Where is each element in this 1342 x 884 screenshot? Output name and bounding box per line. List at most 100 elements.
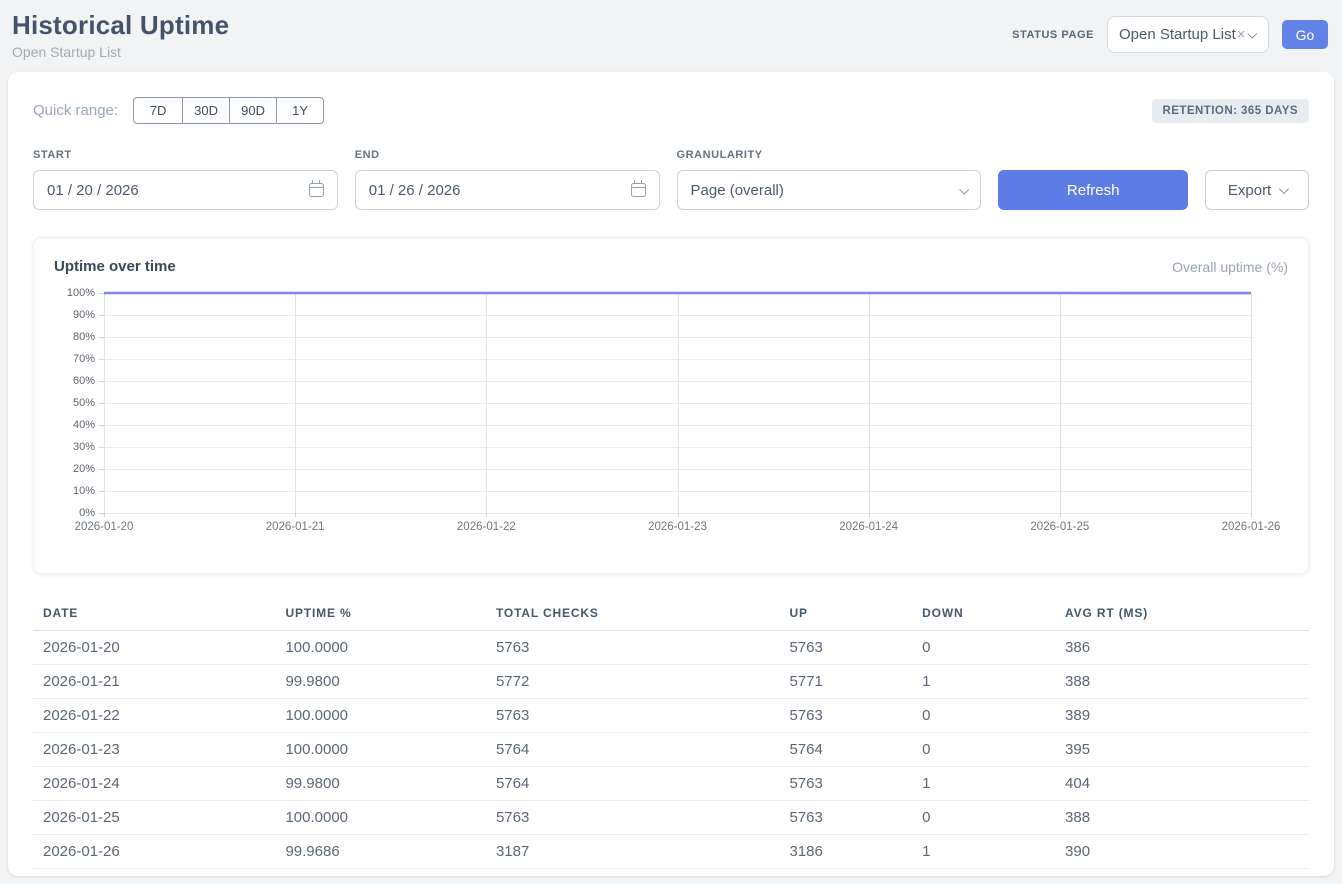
chart-area: 0%10%20%30%40%50%60%70%80%90%100%2026-01… xyxy=(54,287,1288,549)
x-axis-label: 2026-01-23 xyxy=(648,521,707,533)
end-date-input[interactable]: 01 / 26 / 2026 xyxy=(355,170,660,210)
chevron-down-icon xyxy=(1247,29,1257,39)
table-cell: 2026-01-23 xyxy=(33,733,275,767)
table-cell: 2026-01-21 xyxy=(33,665,275,699)
y-axis-label: 70% xyxy=(73,353,95,365)
granularity-field: GRANULARITY Page (overall) xyxy=(677,149,982,210)
x-axis-label: 2026-01-25 xyxy=(1030,521,1089,533)
calendar-icon[interactable] xyxy=(309,183,324,197)
table-cell: 99.9800 xyxy=(275,665,486,699)
quick-range-button-group: 7D30D90D1Y xyxy=(133,97,324,124)
y-axis-label: 40% xyxy=(73,419,95,431)
column-header: AVG RT (MS) xyxy=(1055,600,1309,631)
table-row: 2026-01-2499.9800576457631404 xyxy=(33,767,1309,801)
start-date-input[interactable]: 01 / 20 / 2026 xyxy=(33,170,338,210)
quick-range-90d-button[interactable]: 90D xyxy=(229,97,277,124)
refresh-button[interactable]: Refresh xyxy=(998,170,1188,210)
table-cell: 1 xyxy=(912,665,1055,699)
table-cell: 5764 xyxy=(486,767,779,801)
table-cell: 3186 xyxy=(779,835,912,869)
export-button[interactable]: Export xyxy=(1205,170,1309,210)
retention-badge: RETENTION: 365 DAYS xyxy=(1152,99,1310,123)
column-header: DOWN xyxy=(912,600,1055,631)
go-button[interactable]: Go xyxy=(1282,20,1328,49)
uptime-line-series xyxy=(104,293,1251,513)
granularity-selected-value: Page (overall) xyxy=(691,182,961,199)
y-axis-label: 0% xyxy=(79,507,95,519)
x-axis-label: 2026-01-20 xyxy=(75,521,134,533)
quick-range-30d-button[interactable]: 30D xyxy=(182,97,230,124)
chart-title: Uptime over time xyxy=(54,258,176,275)
table-cell: 0 xyxy=(912,733,1055,767)
y-axis-label: 20% xyxy=(73,463,95,475)
table-cell: 5771 xyxy=(779,665,912,699)
page-header: Historical Uptime Open Startup List STAT… xyxy=(0,0,1342,72)
chevron-down-icon xyxy=(960,184,970,194)
calendar-icon[interactable] xyxy=(631,183,646,197)
end-label: END xyxy=(355,149,660,161)
start-date-value: 01 / 20 / 2026 xyxy=(47,182,309,199)
column-header: UPTIME % xyxy=(275,600,486,631)
table-cell: 0 xyxy=(912,801,1055,835)
x-axis-tick xyxy=(1060,513,1061,517)
granularity-label: GRANULARITY xyxy=(677,149,982,161)
table-cell: 3187 xyxy=(486,835,779,869)
table-row: 2026-01-22100.0000576357630389 xyxy=(33,699,1309,733)
table-cell: 5763 xyxy=(486,801,779,835)
quick-range-label: Quick range: xyxy=(33,102,118,119)
x-axis-label: 2026-01-22 xyxy=(457,521,516,533)
y-axis-label: 30% xyxy=(73,441,95,453)
table-cell: 0 xyxy=(912,699,1055,733)
table-cell: 99.9800 xyxy=(275,767,486,801)
clear-selection-icon[interactable]: × xyxy=(1237,26,1246,43)
table-row: 2026-01-2199.9800577257711388 xyxy=(33,665,1309,699)
table-cell: 388 xyxy=(1055,801,1309,835)
header-controls: STATUS PAGE Open Startup List× Go xyxy=(1012,16,1328,53)
x-axis-tick xyxy=(869,513,870,517)
table-cell: 5763 xyxy=(779,699,912,733)
y-axis-label: 60% xyxy=(73,375,95,387)
table-cell: 5763 xyxy=(779,631,912,665)
export-button-label: Export xyxy=(1228,182,1271,199)
table-cell: 0 xyxy=(912,631,1055,665)
table-cell: 100.0000 xyxy=(275,631,486,665)
main-panel: Quick range: 7D30D90D1Y RETENTION: 365 D… xyxy=(8,72,1334,876)
column-header: TOTAL CHECKS xyxy=(486,600,779,631)
x-axis-tick xyxy=(1251,513,1252,517)
chevron-down-icon xyxy=(1279,184,1289,194)
table-cell: 389 xyxy=(1055,699,1309,733)
table-cell: 2026-01-25 xyxy=(33,801,275,835)
column-header: UP xyxy=(779,600,912,631)
quick-range-7d-button[interactable]: 7D xyxy=(133,97,183,124)
quick-range-row: Quick range: 7D30D90D1Y RETENTION: 365 D… xyxy=(33,97,1309,124)
granularity-select[interactable]: Page (overall) xyxy=(677,170,982,210)
quick-range-1y-button[interactable]: 1Y xyxy=(276,97,324,124)
y-axis-label: 90% xyxy=(73,309,95,321)
table-cell: 395 xyxy=(1055,733,1309,767)
y-axis-label: 100% xyxy=(67,287,95,299)
x-axis-tick xyxy=(104,513,105,517)
table-cell: 99.9686 xyxy=(275,835,486,869)
table-cell: 386 xyxy=(1055,631,1309,665)
table-cell: 2026-01-22 xyxy=(33,699,275,733)
table-cell: 5763 xyxy=(779,767,912,801)
table-cell: 5764 xyxy=(486,733,779,767)
x-axis-tick xyxy=(295,513,296,517)
status-page-select[interactable]: Open Startup List× xyxy=(1107,16,1269,53)
x-axis-label: 2026-01-24 xyxy=(839,521,898,533)
status-page-selected-value: Open Startup List xyxy=(1119,26,1236,43)
table-cell: 390 xyxy=(1055,835,1309,869)
table-row: 2026-01-25100.0000576357630388 xyxy=(33,801,1309,835)
uptime-chart-card: Uptime over time Overall uptime (%) 0%10… xyxy=(33,237,1309,574)
x-axis-label: 2026-01-21 xyxy=(266,521,325,533)
table-cell: 5772 xyxy=(486,665,779,699)
table-cell: 1 xyxy=(912,767,1055,801)
table-cell: 5763 xyxy=(486,631,779,665)
status-page-label: STATUS PAGE xyxy=(1012,29,1094,41)
y-axis-label: 50% xyxy=(73,397,95,409)
start-date-field: START 01 / 20 / 2026 xyxy=(33,149,338,210)
gridline-vertical xyxy=(1251,293,1252,513)
table-row: 2026-01-2699.9686318731861390 xyxy=(33,835,1309,869)
column-header: DATE xyxy=(33,600,275,631)
y-axis-label: 80% xyxy=(73,331,95,343)
